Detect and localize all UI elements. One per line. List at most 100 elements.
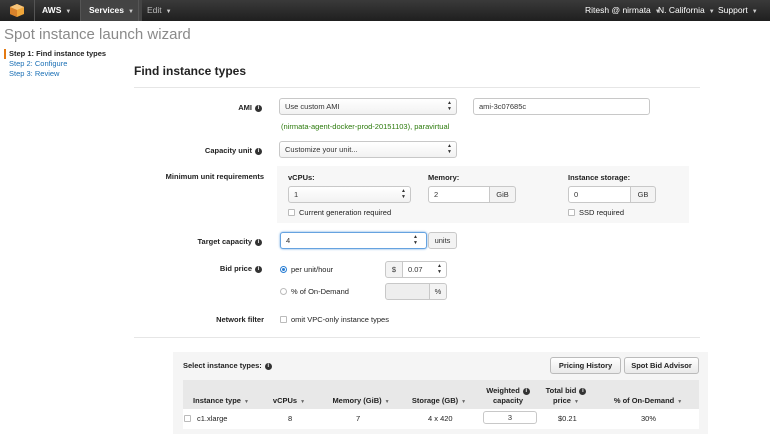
column-weighted-capacity[interactable]: Weighted i capacity <box>478 386 538 406</box>
bid-price-label: Bid price i <box>170 264 262 273</box>
column-storage[interactable]: Storage (GB) ▼ <box>406 396 472 407</box>
sort-down-icon: ▼ <box>384 399 390 405</box>
column-vcpus-label: vCPUs <box>272 396 298 405</box>
column-total-bid-label-2: price <box>553 396 571 405</box>
nav-divider <box>34 0 35 21</box>
capacity-unit-label-text: Capacity unit <box>204 146 252 155</box>
spinner-arrows-icon[interactable]: ▲ ▼ <box>437 263 442 275</box>
current-generation-checkbox[interactable] <box>288 209 295 216</box>
column-memory[interactable]: Memory (GiB) ▼ <box>324 396 398 407</box>
pct-on-demand-radio[interactable] <box>280 288 287 295</box>
currency-addon: $ <box>385 261 403 278</box>
capacity-unit-select[interactable]: Customize your unit... ▲ ▼ <box>279 141 457 158</box>
edit-menu[interactable]: Edit ▼ <box>147 0 172 21</box>
column-pct-on-demand-label: % of On-Demand <box>613 396 675 405</box>
omit-vpc-label: omit VPC-only instance types <box>291 315 389 324</box>
capacity-unit-select-value: Customize your unit... <box>285 145 358 154</box>
per-unit-hour-label: per unit/hour <box>291 265 334 274</box>
chevron-down-icon: ▼ <box>65 9 72 15</box>
vcpus-select-value: 1 <box>294 190 299 199</box>
ssd-required-checkbox[interactable] <box>568 209 575 216</box>
sort-down-icon: ▼ <box>243 399 249 405</box>
spot-bid-advisor-button[interactable]: Spot Bid Advisor <box>624 357 699 374</box>
nav-divider <box>138 0 139 21</box>
current-generation-label: Current generation required <box>299 208 392 217</box>
divider <box>134 87 700 88</box>
cell-total-bid: $0.21 <box>558 414 577 423</box>
aws-menu[interactable]: AWS ▼ <box>42 0 71 21</box>
info-icon[interactable]: i <box>255 265 262 273</box>
column-total-bid-label-1: Total bid <box>545 386 577 395</box>
vcpus-select[interactable]: 1 ▲ ▼ <box>288 186 411 203</box>
step-find-instance-types[interactable]: Step 1: Find instance types <box>4 49 106 59</box>
ami-id-input[interactable]: ami-3c07685c <box>473 98 650 115</box>
column-vcpus[interactable]: vCPUs ▼ <box>266 396 312 407</box>
info-icon[interactable]: i <box>255 238 262 246</box>
pct-on-demand-label: % of On-Demand <box>291 287 349 296</box>
instance-storage-input[interactable]: 0 <box>568 186 631 203</box>
per-unit-hour-radio[interactable] <box>280 266 287 273</box>
bid-price-label-text: Bid price <box>219 264 252 273</box>
divider <box>134 337 700 338</box>
step-configure[interactable]: Step 2: Configure <box>4 59 106 69</box>
cell-vcpus: 8 <box>288 414 293 423</box>
column-storage-label: Storage (GB) <box>411 396 459 405</box>
step-review[interactable]: Step 3: Review <box>4 69 106 79</box>
support-menu-label: Support <box>718 5 748 15</box>
bid-price-input[interactable]: 0.07 ▲ ▼ <box>402 261 447 278</box>
min-unit-label: Minimum unit requirements <box>165 172 264 181</box>
column-instance-type[interactable]: Instance type ▼ <box>188 396 254 407</box>
services-menu-label: Services <box>89 5 124 15</box>
target-capacity-input[interactable]: 4 ▲ ▼ <box>280 232 427 249</box>
region-menu-label: N. California <box>658 5 705 15</box>
ami-description: (nirmata-agent-docker-prod-20151103), pa… <box>281 122 450 131</box>
sort-down-icon: ▼ <box>461 399 467 405</box>
cell-weighted-capacity-input[interactable]: 3 <box>483 411 537 424</box>
chevron-down-icon: ▼ <box>751 9 758 15</box>
target-capacity-label-text: Target capacity <box>197 237 252 246</box>
target-capacity-unit: units <box>428 232 457 249</box>
info-icon[interactable]: i <box>522 387 530 395</box>
region-menu[interactable]: N. California ▼ <box>658 0 715 21</box>
memory-unit: GiB <box>489 186 516 203</box>
cell-instance-type: c1.xlarge <box>197 414 228 423</box>
memory-label: Memory: <box>428 173 460 182</box>
user-menu[interactable]: Ritesh @ nirmata ▼ <box>585 0 661 21</box>
info-icon[interactable]: i <box>255 104 262 112</box>
select-instance-types-label: Select instance types: i <box>183 361 272 370</box>
column-instance-type-label: Instance type <box>193 396 241 405</box>
ami-select[interactable]: Use custom AMI ▲ ▼ <box>279 98 457 115</box>
column-memory-label: Memory (GiB) <box>332 396 382 405</box>
ssd-required-label: SSD required <box>579 208 625 217</box>
target-capacity-value: 4 <box>286 236 291 245</box>
sort-down-icon: ▼ <box>300 399 306 405</box>
support-menu[interactable]: Support ▼ <box>718 0 758 21</box>
user-menu-label: Ritesh @ nirmata <box>585 5 651 15</box>
wizard-steps: Step 1: Find instance types Step 2: Conf… <box>4 49 106 79</box>
bid-price-value: 0.07 <box>408 265 423 274</box>
info-icon[interactable]: i <box>255 147 262 155</box>
chevron-down-icon: ▼ <box>165 9 172 15</box>
memory-input[interactable]: 2 <box>428 186 490 203</box>
wizard-title: Spot instance launch wizard <box>4 26 191 43</box>
pricing-history-button[interactable]: Pricing History <box>550 357 621 374</box>
column-pct-on-demand[interactable]: % of On-Demand ▼ <box>606 396 690 407</box>
cell-memory: 7 <box>356 414 361 423</box>
row-select-checkbox[interactable] <box>184 415 191 422</box>
omit-vpc-checkbox[interactable] <box>280 316 287 323</box>
page-heading: Find instance types <box>134 64 247 78</box>
ami-label: AMI i <box>180 103 262 112</box>
pct-unit: % <box>429 283 447 300</box>
select-arrows-icon: ▲ ▼ <box>447 100 452 112</box>
target-capacity-label: Target capacity i <box>170 237 262 246</box>
pct-on-demand-input[interactable] <box>385 283 430 300</box>
sort-down-icon: ▼ <box>573 399 579 405</box>
info-icon[interactable]: i <box>264 362 272 370</box>
aws-menu-label: AWS <box>42 5 62 15</box>
column-weighted-capacity-label-2: capacity <box>492 396 524 405</box>
info-icon[interactable]: i <box>579 387 587 395</box>
aws-cube-icon[interactable] <box>9 3 25 18</box>
column-total-bid-price[interactable]: Total bid i price ▼ <box>540 386 592 407</box>
services-menu[interactable]: Services ▼ <box>81 0 142 21</box>
spinner-arrows-icon[interactable]: ▲ ▼ <box>413 234 418 246</box>
